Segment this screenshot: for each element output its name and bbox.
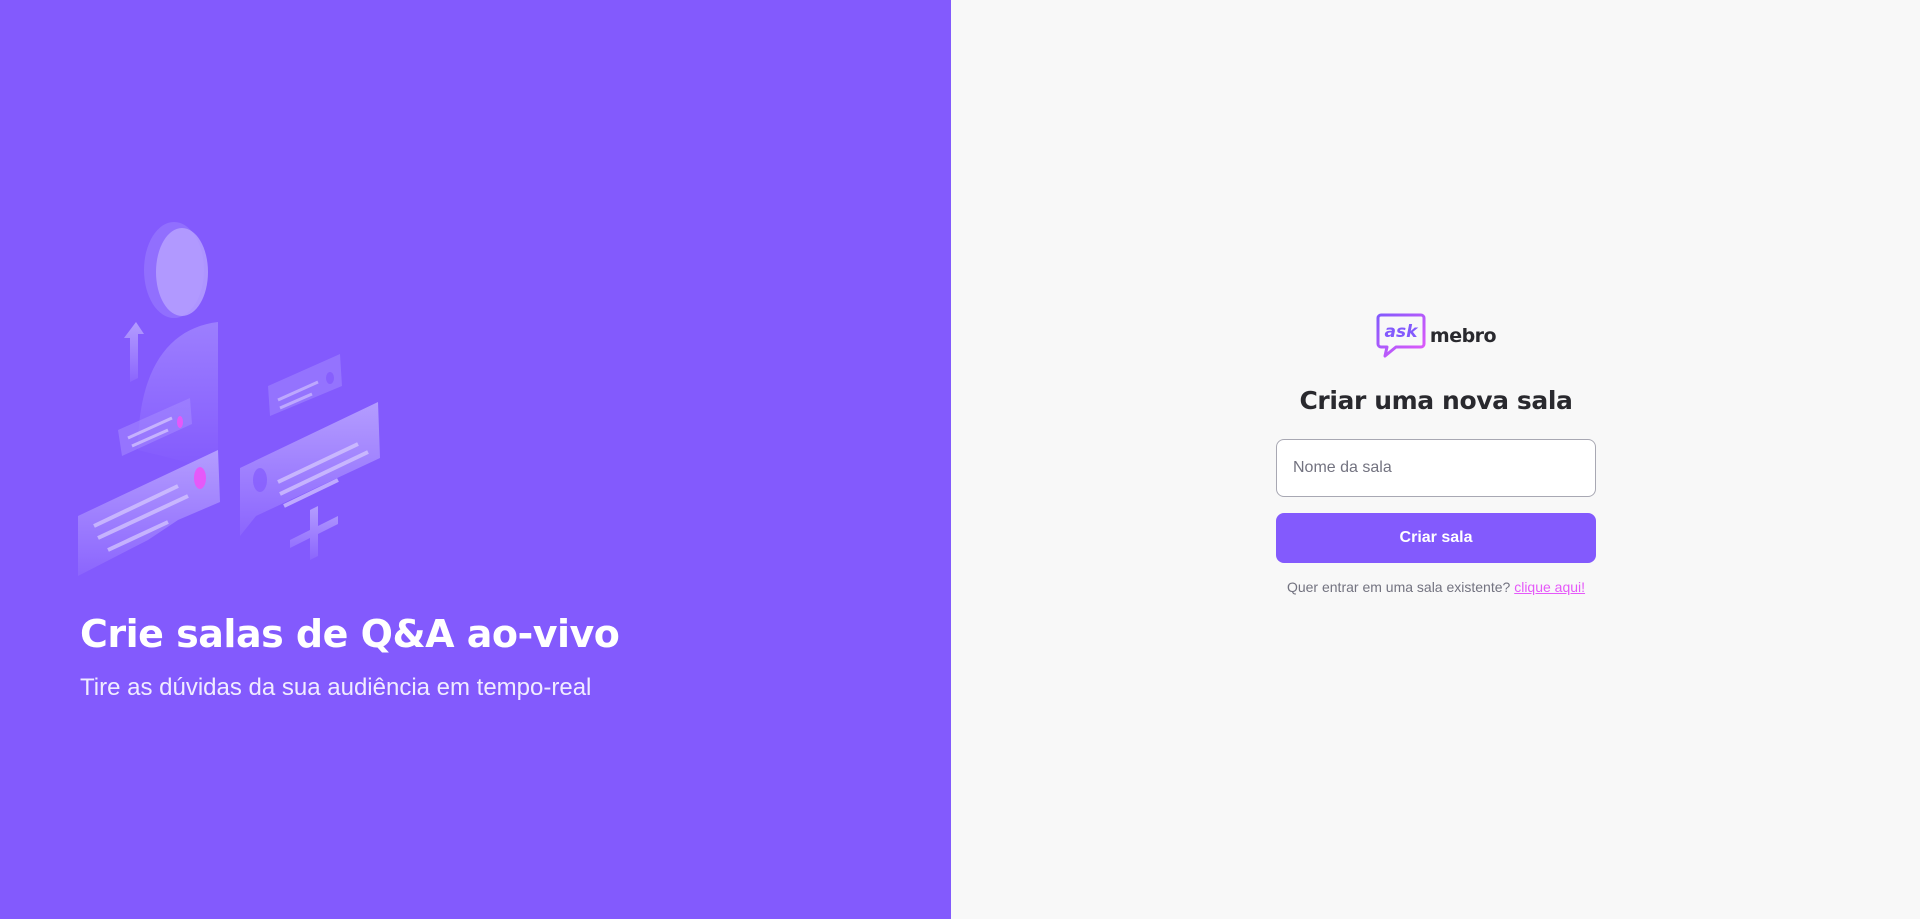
letmeask-logo: ask mebro (1376, 312, 1497, 360)
aside-subtitle: Tire as dúvidas da sua audiência em temp… (80, 674, 592, 701)
page-title: Criar uma nova sala (1299, 386, 1573, 415)
create-room-button[interactable]: Criar sala (1276, 513, 1596, 563)
create-room-form: ask mebro Criar uma nova sala Criar sala… (1276, 312, 1596, 609)
room-name-input[interactable] (1276, 439, 1596, 497)
qa-illustration-icon (78, 222, 380, 576)
join-room-line: Quer entrar em uma sala existente? cliqu… (1287, 579, 1585, 595)
aside-title: Crie salas de Q&A ao-vivo (80, 612, 620, 656)
join-room-prompt: Quer entrar em uma sala existente? (1286, 579, 1511, 595)
aside-panel: Crie salas de Q&A ao-vivo Tire as dúvida… (0, 0, 951, 919)
logo-ask-text: ask (1384, 322, 1419, 342)
logo-brand-text: mebro (1429, 325, 1497, 347)
join-room-link[interactable]: clique aqui! (1514, 579, 1585, 595)
main-panel: ask mebro Criar uma nova sala Criar sala… (951, 0, 1920, 919)
chat-bubble-icon: ask (1376, 313, 1426, 358)
